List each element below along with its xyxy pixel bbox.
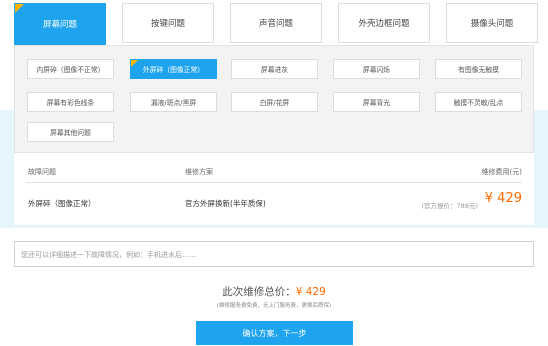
option-label: 屏幕有彩色线条 [46,99,95,107]
header-fee: 维修费用(元) [481,168,522,176]
category-tabs: 屏幕问题 按键问题 声音问题 外壳边框问题 摄像头问题 [14,3,538,45]
confirm-next-button[interactable]: 确认方案，下一步 [196,321,353,345]
option-screen-flicker[interactable]: 屏幕闪烁 [333,59,420,79]
tab-camera[interactable]: 摄像头问题 [446,3,538,43]
row-price: ¥ 429 [484,191,522,206]
header-plan: 维修方案 [185,168,213,176]
option-label: 白屏/花屏 [259,99,290,107]
option-label: 外屏碎（图像正常） [142,66,205,74]
total-label: 此次维修总价： [222,286,296,298]
option-white-screen[interactable]: 白屏/花屏 [231,92,318,112]
option-backlight[interactable]: 屏幕背光 [333,92,420,112]
tab-label: 外壳边框问题 [358,19,410,29]
option-inner-screen-broken[interactable]: 内屏碎（图像不正常） [27,59,114,79]
option-label: 屏幕其他问题 [50,129,91,137]
tab-label: 屏幕问题 [42,20,77,30]
tab-label: 摄像头问题 [470,19,514,29]
header-fault: 故障问题 [28,168,56,176]
row-plan: 官方外屏换新(半年质保) [185,199,266,208]
option-no-touch[interactable]: 有图像无触摸 [435,59,522,79]
option-screen-dust[interactable]: 屏幕进灰 [231,59,318,79]
divider [26,182,522,183]
selected-corner-icon [15,4,24,13]
option-label: 屏幕闪烁 [362,66,391,74]
option-label: 触摸不灵敏/乱点 [453,99,504,107]
option-label: 屏幕背光 [362,99,391,107]
selected-corner-icon [131,60,138,67]
option-label: 有图像无触摸 [458,66,499,74]
tab-buttons[interactable]: 按键问题 [122,3,214,43]
total-price: 此次维修总价：¥ 429 [0,284,548,299]
fault-options-panel: 内屏碎（图像不正常） 外屏碎（图像正常） 屏幕进灰 屏幕闪烁 有图像无触摸 屏幕… [14,45,534,153]
option-other-screen[interactable]: 屏幕其他问题 [27,122,114,142]
tab-label: 声音问题 [258,19,293,29]
tab-screen[interactable]: 屏幕问题 [14,3,106,45]
option-leak-spots[interactable]: 漏液/斑点/黑屏 [130,92,217,112]
option-label: 内屏碎（图像不正常） [36,66,105,74]
row-fault: 外屏碎（图像正常） [28,199,96,208]
tab-label: 按键问题 [150,19,185,29]
total-amount: ¥ 429 [295,286,326,298]
option-touch-insensitive[interactable]: 触摸不灵敏/乱点 [435,92,522,112]
option-color-lines[interactable]: 屏幕有彩色线条 [27,92,114,112]
option-label: 屏幕进灰 [260,66,289,74]
tab-sound[interactable]: 声音问题 [230,3,322,43]
option-outer-screen-broken[interactable]: 外屏碎（图像正常） [130,59,217,79]
description-field[interactable] [14,241,534,267]
option-label: 漏液/斑点/黑屏 [150,99,197,107]
official-price: (官方报价：788元) [421,202,478,210]
description-input[interactable] [15,243,533,267]
tab-housing[interactable]: 外壳边框问题 [338,3,430,43]
repair-plan-table: 故障问题 维修方案 维修费用(元) 外屏碎（图像正常） 官方外屏换新(半年质保)… [14,153,534,225]
total-subtext: (维修服务费免费，无上门服务费，更换后质保) [216,303,332,309]
